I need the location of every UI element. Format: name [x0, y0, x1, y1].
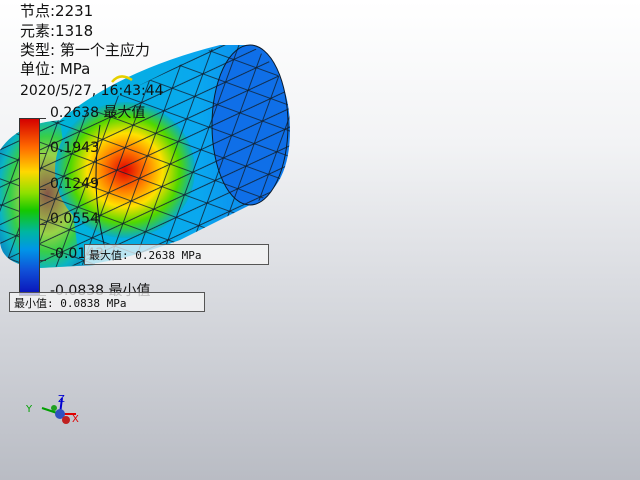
legend-tick-label: 0.0554 [50, 211, 99, 227]
model-viewport[interactable]: 节点:2231 元素:1318 类型: 第一个主应力 单位: MPa 2020/… [0, 0, 640, 480]
result-type: 类型: 第一个主应力 [20, 41, 150, 59]
min-value-callout[interactable]: 最小值: 0.0838 MPa [9, 292, 205, 312]
legend-tickmark [40, 153, 46, 154]
view-triad[interactable]: Y X Z [18, 392, 88, 442]
legend-tick-label: 0.1943 [50, 140, 99, 156]
max-value-callout[interactable]: 最大值: 0.2638 MPa [84, 244, 269, 265]
triad-z-label: Z [58, 394, 65, 405]
max-value-text: 最大值: 0.2638 MPa [89, 249, 202, 262]
legend-tickmark [40, 224, 46, 225]
triad-y-label: Y [25, 404, 33, 415]
node-count: 节点:2231 [20, 2, 94, 20]
result-units: 单位: MPa [20, 60, 91, 78]
color-legend-bar [19, 118, 40, 296]
legend-tick-label: 0.1249 [50, 176, 99, 192]
min-value-text: 最小值: 0.0838 MPa [14, 297, 127, 310]
result-datetime: 2020/5/27, 16:43:44 [20, 83, 164, 99]
element-count: 元素:1318 [20, 22, 94, 40]
triad-x-label: X [72, 414, 79, 425]
legend-max-label: 0.2638 最大值 [50, 105, 146, 121]
legend-tickmark [40, 118, 46, 119]
legend-tickmark [40, 260, 46, 261]
legend-tickmark [40, 189, 46, 190]
stress-mesh-model[interactable] [0, 0, 640, 480]
